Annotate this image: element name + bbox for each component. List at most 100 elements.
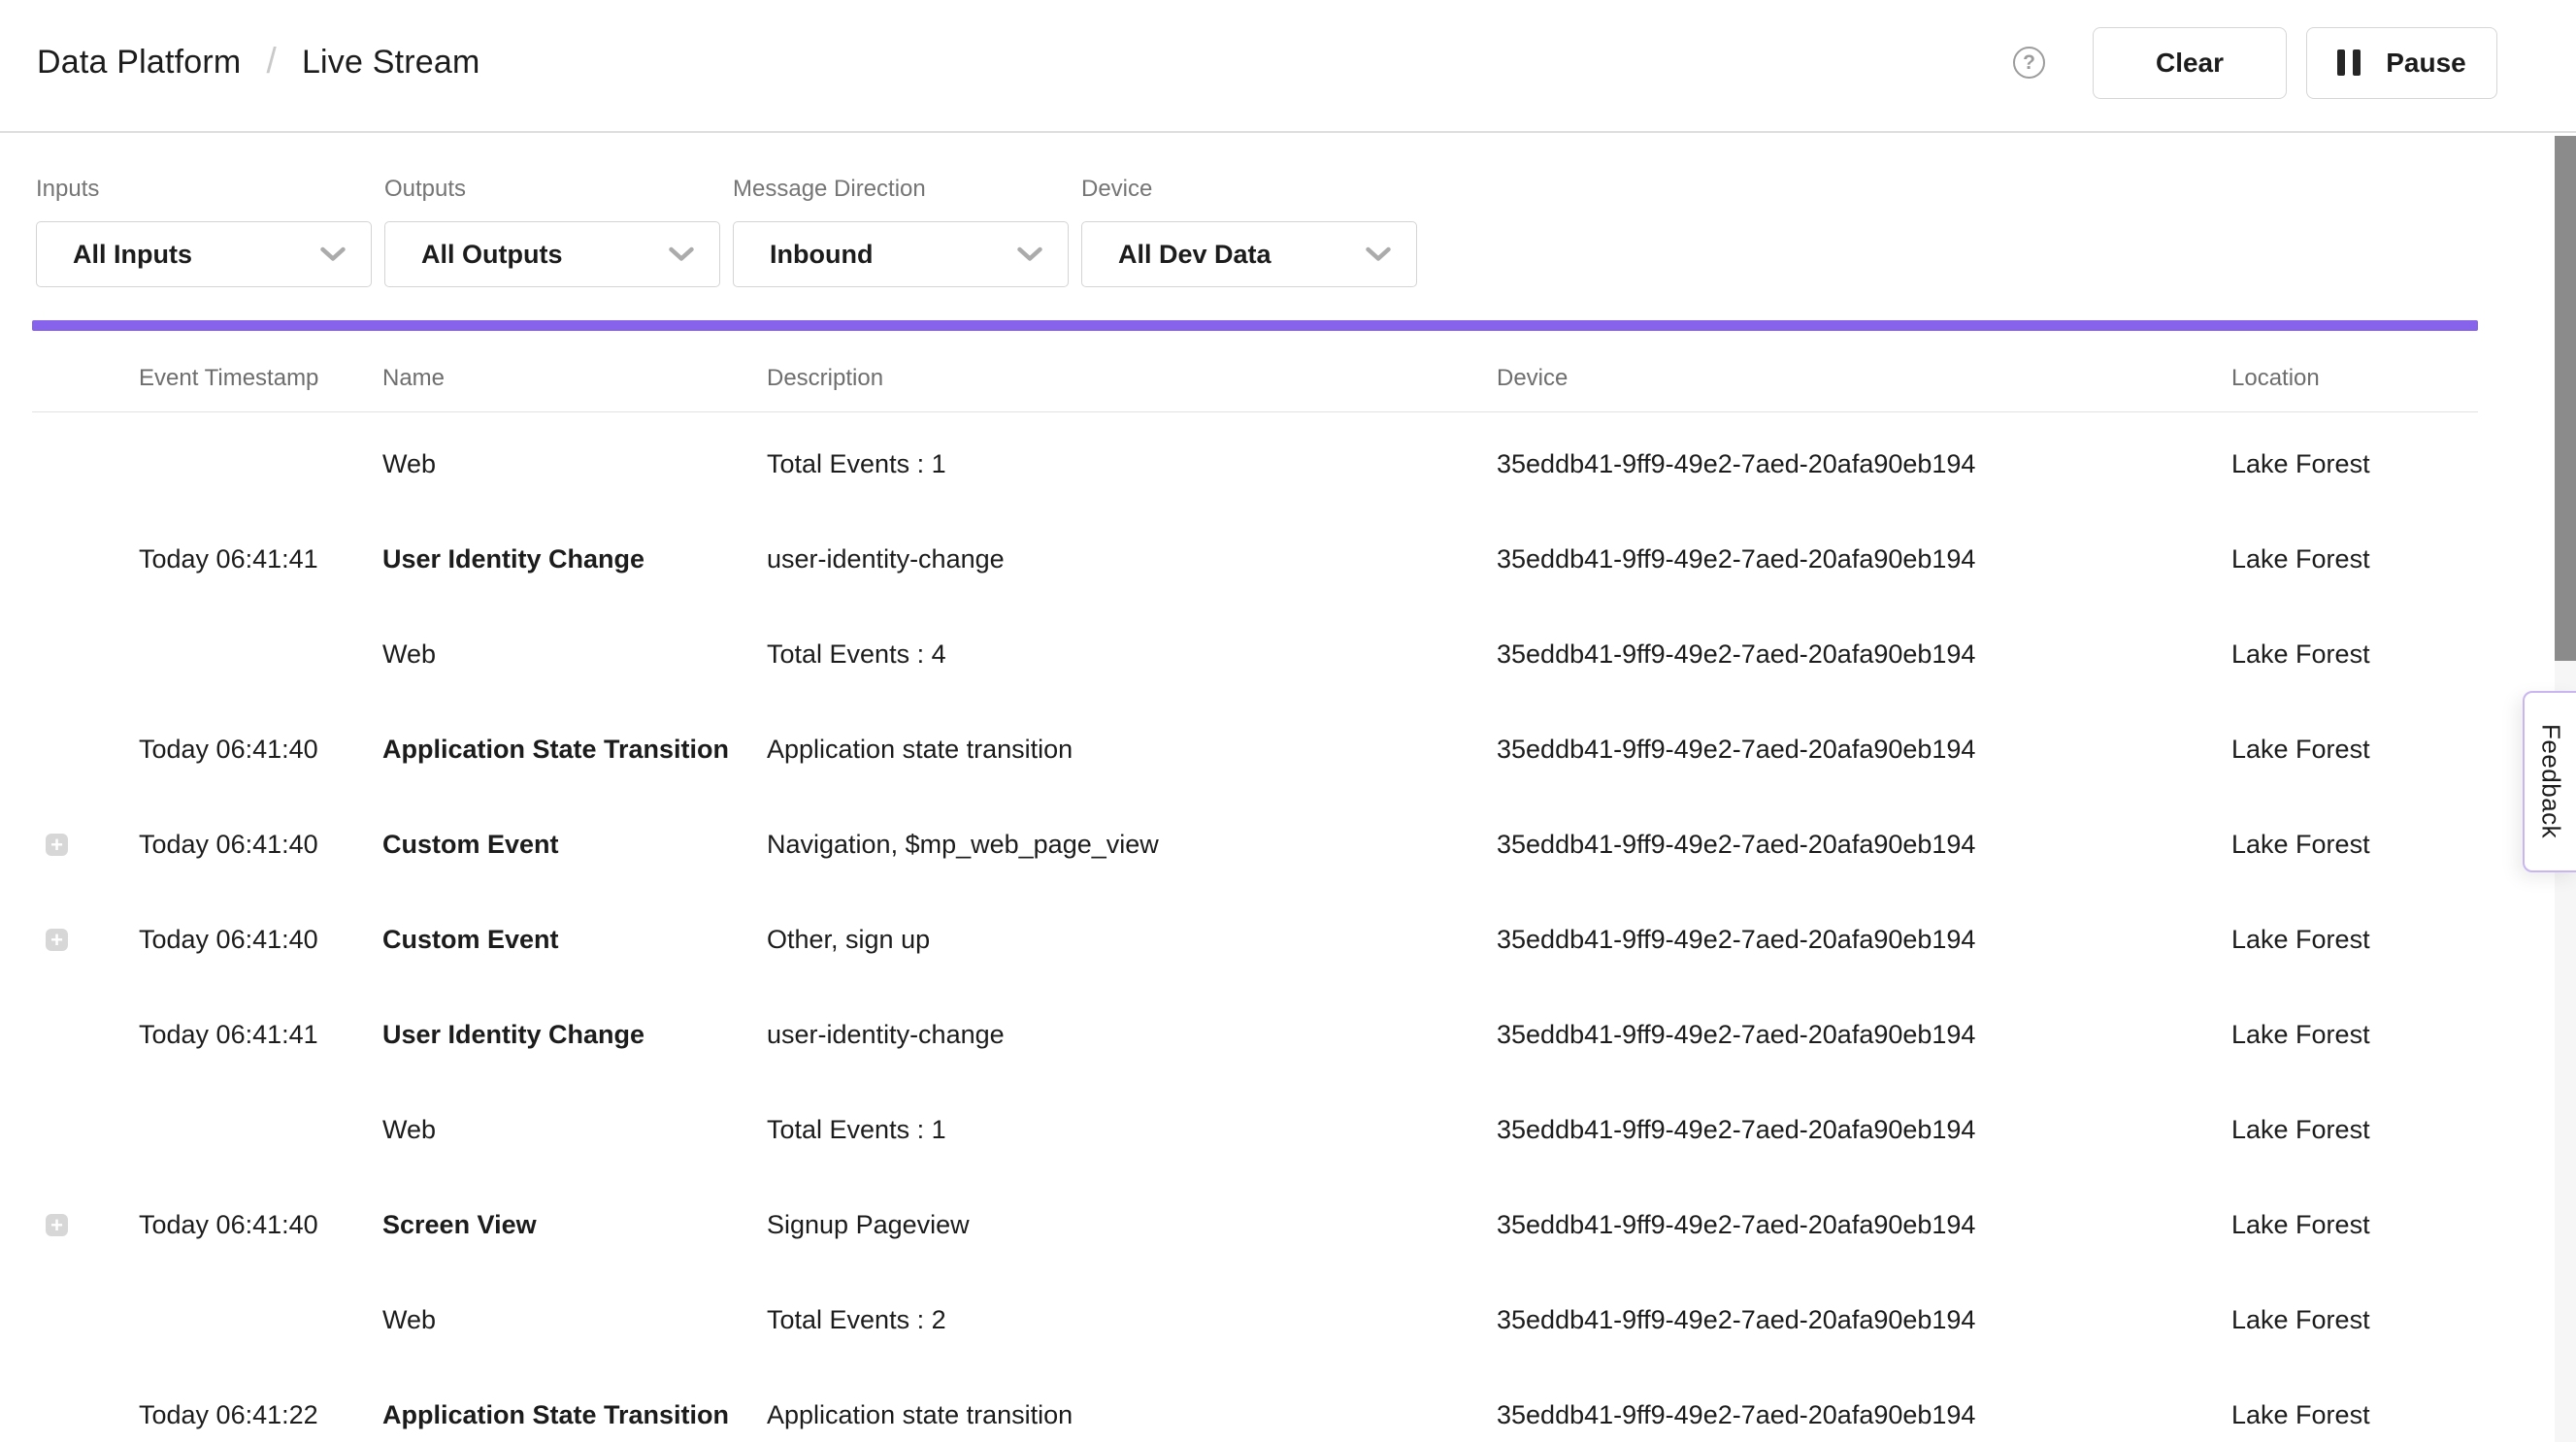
cell-name: Web xyxy=(382,639,767,670)
table-row[interactable]: + Today 06:41:40 Screen View Signup Page… xyxy=(32,1177,2478,1272)
cell-name: Web xyxy=(382,1115,767,1145)
cell-location: Lake Forest xyxy=(2231,925,2478,955)
filter-label: Outputs xyxy=(384,178,720,201)
device-select[interactable]: All Dev Data xyxy=(1081,221,1417,287)
scrollbar-thumb[interactable] xyxy=(2555,136,2576,661)
cell-device: 35eddb41-9ff9-49e2-7aed-20afa90eb194 xyxy=(1497,925,2231,955)
help-icon[interactable]: ? xyxy=(2013,47,2045,79)
cell-name: Web xyxy=(382,1305,767,1335)
filter-group-message-direction: Message Direction Inbound xyxy=(733,178,1069,320)
page-header: Data Platform / Live Stream ? Clear Paus… xyxy=(0,0,2576,133)
cell-description: Total Events : 2 xyxy=(767,1305,1497,1335)
message-direction-select-value: Inbound xyxy=(770,240,873,270)
cell-device: 35eddb41-9ff9-49e2-7aed-20afa90eb194 xyxy=(1497,544,2231,574)
breadcrumb-section[interactable]: Data Platform xyxy=(37,44,241,82)
cell-event-timestamp: Today 06:41:41 xyxy=(139,1020,382,1050)
cell-device: 35eddb41-9ff9-49e2-7aed-20afa90eb194 xyxy=(1497,1020,2231,1050)
filter-label: Device xyxy=(1081,178,1417,201)
cell-description: Total Events : 1 xyxy=(767,449,1497,479)
breadcrumb-page: Live Stream xyxy=(302,44,480,82)
live-stream-page: Data Platform / Live Stream ? Clear Paus… xyxy=(0,0,2576,1442)
cell-location: Lake Forest xyxy=(2231,1305,2478,1335)
table-row[interactable]: Today 06:41:22 Application State Transit… xyxy=(32,1367,2478,1442)
expand-row-icon[interactable]: + xyxy=(46,1214,68,1236)
cell-location: Lake Forest xyxy=(2231,735,2478,765)
feedback-tab-label: Feedback xyxy=(2536,724,2566,838)
cell-location: Lake Forest xyxy=(2231,1210,2478,1240)
cell-expand: + xyxy=(32,1214,139,1236)
cell-device: 35eddb41-9ff9-49e2-7aed-20afa90eb194 xyxy=(1497,1115,2231,1145)
cell-device: 35eddb41-9ff9-49e2-7aed-20afa90eb194 xyxy=(1497,449,2231,479)
cell-name: Application State Transition xyxy=(382,1400,767,1430)
cell-device: 35eddb41-9ff9-49e2-7aed-20afa90eb194 xyxy=(1497,1210,2231,1240)
cell-name: Application State Transition xyxy=(382,735,767,765)
table-row[interactable]: Web Total Events : 1 35eddb41-9ff9-49e2-… xyxy=(32,1082,2478,1177)
expand-row-icon[interactable]: + xyxy=(46,929,68,951)
cell-location: Lake Forest xyxy=(2231,544,2478,574)
pause-button[interactable]: Pause xyxy=(2306,27,2497,99)
filters-bar: Inputs All Inputs Outputs All Outputs Me… xyxy=(0,133,2576,320)
table-row[interactable]: + Today 06:41:40 Custom Event Other, sig… xyxy=(32,892,2478,987)
cell-device: 35eddb41-9ff9-49e2-7aed-20afa90eb194 xyxy=(1497,830,2231,860)
cell-device: 35eddb41-9ff9-49e2-7aed-20afa90eb194 xyxy=(1497,1305,2231,1335)
cell-description: Signup Pageview xyxy=(767,1210,1497,1240)
cell-location: Lake Forest xyxy=(2231,1400,2478,1430)
cell-event-timestamp: Today 06:41:40 xyxy=(139,735,382,765)
expand-row-icon[interactable]: + xyxy=(46,834,68,856)
outputs-select[interactable]: All Outputs xyxy=(384,221,720,287)
table-row[interactable]: + Today 06:41:40 Custom Event Navigation… xyxy=(32,797,2478,892)
message-direction-select[interactable]: Inbound xyxy=(733,221,1069,287)
filter-label: Message Direction xyxy=(733,178,1069,201)
cell-name: User Identity Change xyxy=(382,544,767,574)
accent-bar xyxy=(32,320,2478,331)
filter-group-inputs: Inputs All Inputs xyxy=(36,178,372,320)
table-row[interactable]: Today 06:41:41 User Identity Change user… xyxy=(32,987,2478,1082)
chevron-down-icon xyxy=(320,246,346,262)
cell-location: Lake Forest xyxy=(2231,1020,2478,1050)
clear-button[interactable]: Clear xyxy=(2093,27,2287,99)
cell-description: Total Events : 1 xyxy=(767,1115,1497,1145)
cell-name: Custom Event xyxy=(382,925,767,955)
cell-name: Screen View xyxy=(382,1210,767,1240)
device-select-value: All Dev Data xyxy=(1118,240,1271,270)
cell-expand: + xyxy=(32,929,139,951)
cell-device: 35eddb41-9ff9-49e2-7aed-20afa90eb194 xyxy=(1497,639,2231,670)
table-row[interactable]: Web Total Events : 4 35eddb41-9ff9-49e2-… xyxy=(32,606,2478,702)
table-row[interactable]: Web Total Events : 1 35eddb41-9ff9-49e2-… xyxy=(32,416,2478,511)
chevron-down-icon xyxy=(669,246,694,262)
cell-name: Web xyxy=(382,449,767,479)
cell-device: 35eddb41-9ff9-49e2-7aed-20afa90eb194 xyxy=(1497,1400,2231,1430)
table-body: Web Total Events : 1 35eddb41-9ff9-49e2-… xyxy=(32,412,2478,1442)
pause-button-label: Pause xyxy=(2386,48,2466,79)
filter-label: Inputs xyxy=(36,178,372,201)
filter-group-device: Device All Dev Data xyxy=(1081,178,1417,320)
cell-event-timestamp: Today 06:41:40 xyxy=(139,925,382,955)
inputs-select[interactable]: All Inputs xyxy=(36,221,372,287)
cell-description: Other, sign up xyxy=(767,925,1497,955)
table-header-row: Event Timestamp Name Description Device … xyxy=(32,331,2478,412)
table-row[interactable]: Today 06:41:41 User Identity Change user… xyxy=(32,511,2478,606)
cell-event-timestamp: Today 06:41:40 xyxy=(139,830,382,860)
column-header-location: Location xyxy=(2231,365,2478,392)
breadcrumb: Data Platform / Live Stream xyxy=(37,43,480,83)
chevron-down-icon xyxy=(1366,246,1391,262)
cell-event-timestamp: Today 06:41:41 xyxy=(139,544,382,574)
cell-expand: + xyxy=(32,834,139,856)
cell-description: Application state transition xyxy=(767,735,1497,765)
feedback-tab[interactable]: Feedback xyxy=(2523,691,2576,872)
breadcrumb-separator: / xyxy=(241,41,301,82)
table-row[interactable]: Web Total Events : 2 35eddb41-9ff9-49e2-… xyxy=(32,1272,2478,1367)
cell-description: user-identity-change xyxy=(767,1020,1497,1050)
cell-location: Lake Forest xyxy=(2231,1115,2478,1145)
filter-group-outputs: Outputs All Outputs xyxy=(384,178,720,320)
cell-description: Navigation, $mp_web_page_view xyxy=(767,830,1497,860)
cell-description: Application state transition xyxy=(767,1400,1497,1430)
cell-description: user-identity-change xyxy=(767,544,1497,574)
column-header-description: Description xyxy=(767,365,1497,392)
cell-location: Lake Forest xyxy=(2231,830,2478,860)
table-row[interactable]: Today 06:41:40 Application State Transit… xyxy=(32,702,2478,797)
inputs-select-value: All Inputs xyxy=(73,240,192,270)
cell-device: 35eddb41-9ff9-49e2-7aed-20afa90eb194 xyxy=(1497,735,2231,765)
header-actions: ? Clear Pause xyxy=(2013,27,2497,99)
cell-description: Total Events : 4 xyxy=(767,639,1497,670)
